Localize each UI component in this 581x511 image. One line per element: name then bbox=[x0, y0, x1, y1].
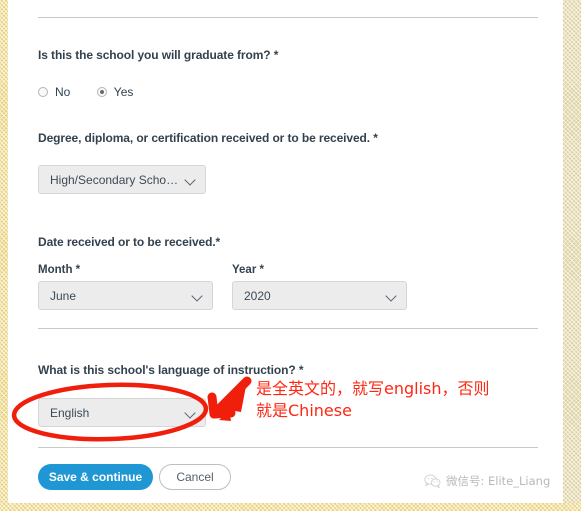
frame-strip-bottom bbox=[0, 503, 581, 511]
annotation-ellipse bbox=[11, 382, 209, 442]
annotation-text-line2: 就是Chinese bbox=[256, 400, 352, 420]
frame-strip-left bbox=[0, 0, 8, 511]
annotation-text-line1: 是全英文的，就写english，否则 bbox=[256, 379, 490, 398]
frame-strip-right bbox=[563, 0, 581, 511]
annotation-text: 是全英文的，就写english，否则 就是Chinese bbox=[256, 378, 566, 421]
annotation-arrow bbox=[207, 376, 252, 421]
annotation-markup bbox=[11, 376, 252, 442]
